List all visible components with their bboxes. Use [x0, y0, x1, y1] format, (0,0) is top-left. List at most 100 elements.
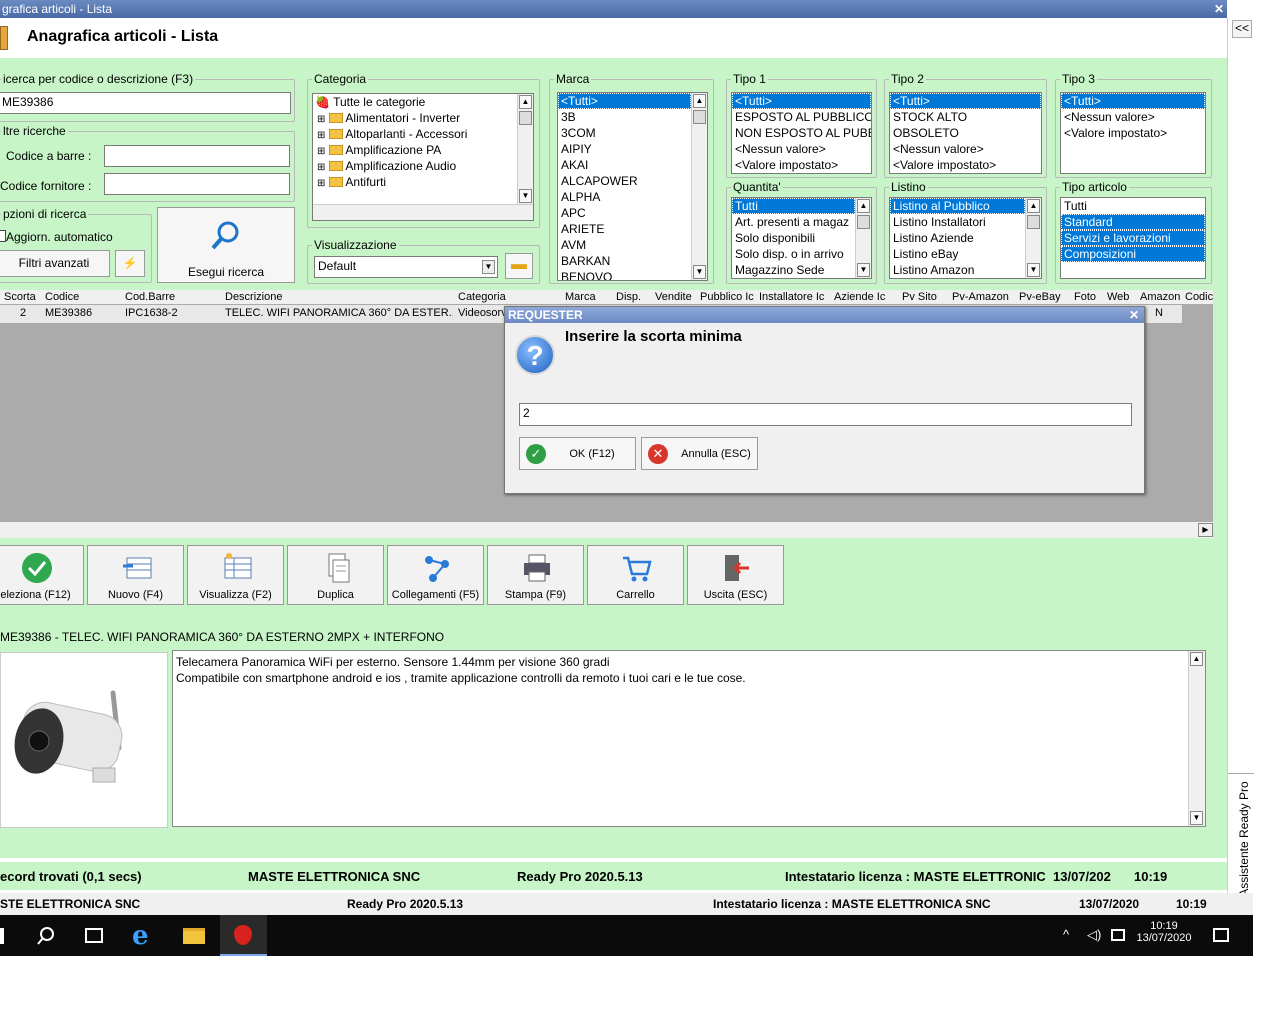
readypro-taskbar-button[interactable] [220, 915, 267, 956]
column-header[interactable]: Vendite [655, 291, 697, 303]
type2-item[interactable]: <Tutti> [890, 93, 1041, 109]
advanced-filters-button[interactable]: Filtri avanzati [0, 250, 110, 277]
execute-search-button[interactable]: Esegui ricerca [157, 207, 295, 283]
ok-button[interactable]: ✓ OK (F12) [519, 437, 636, 470]
brand-item[interactable]: ALCAPOWER [558, 173, 691, 189]
volume-icon[interactable]: ◁) [1087, 927, 1101, 943]
category-tree-item[interactable]: ⊞ Amplificazione PA [313, 142, 533, 158]
brand-item[interactable]: APC [558, 205, 691, 221]
view-select[interactable]: Default ▼ [314, 256, 498, 278]
quantity-item[interactable]: Solo disp. o in arrivo [732, 246, 855, 262]
brand-item[interactable]: ARIETE [558, 221, 691, 237]
close-icon[interactable]: ✕ [1214, 0, 1224, 18]
chevron-right-icon[interactable]: ▶ [1198, 523, 1213, 537]
type1-item[interactable]: <Nessun valore> [732, 141, 871, 157]
article-type-item[interactable]: Standard [1061, 214, 1205, 230]
brand-item[interactable]: AKAI [558, 157, 691, 173]
category-tree-item[interactable]: ⊞ Alimentatori - Inverter [313, 110, 533, 126]
column-header[interactable]: Codic [1185, 291, 1213, 303]
column-header[interactable]: Pubblico Ic [700, 291, 756, 303]
links-button[interactable]: Collegamenti (F5) [387, 545, 484, 605]
barcode-input[interactable] [104, 145, 290, 167]
view-button[interactable]: Visualizza (F2) [187, 545, 284, 605]
type1-item[interactable]: <Tutti> [732, 93, 871, 109]
network-icon[interactable] [1111, 929, 1125, 941]
cart-button[interactable]: Carrello [587, 545, 684, 605]
brand-item[interactable]: AIPIY [558, 141, 691, 157]
exit-button[interactable]: Uscita (ESC) [687, 545, 784, 605]
category-tree[interactable]: 🍓 Tutte le categorie ⊞ Alimentatori - Inv… [312, 93, 534, 221]
article-type-item[interactable]: Composizioni [1061, 246, 1205, 262]
brand-item[interactable]: <Tutti> [558, 93, 691, 109]
brand-item[interactable]: BENOVO [558, 269, 691, 280]
pricelist-item[interactable]: Listino Installatori [890, 214, 1025, 230]
column-header[interactable]: Disp. [616, 291, 652, 303]
type2-item[interactable]: STOCK ALTO [890, 109, 1041, 125]
column-header[interactable]: Installatore Ic [759, 291, 831, 303]
column-header[interactable]: Aziende Ic [834, 291, 899, 303]
column-header[interactable]: Marca [565, 291, 613, 303]
brand-item[interactable]: 3B [558, 109, 691, 125]
category-tree-item[interactable]: 🍓 Tutte le categorie [313, 94, 533, 110]
column-header[interactable]: Cod.Barre [125, 291, 222, 303]
column-header[interactable]: Pv Sito [902, 291, 949, 303]
article-type-item[interactable]: Servizi e lavorazioni [1061, 230, 1205, 246]
cancel-button[interactable]: ✕ Annulla (ESC) [641, 437, 758, 470]
quantity-item[interactable]: Tutti [732, 198, 855, 214]
pricelist-list[interactable]: Listino al Pubblico Listino Installatori L… [889, 197, 1042, 279]
description-textarea[interactable]: Telecamera Panoramica WiFi per esterno. … [172, 650, 1206, 827]
lightning-icon[interactable]: ⚡ [115, 250, 145, 277]
article-type-item[interactable]: Tutti [1061, 198, 1205, 214]
grid-hscroll[interactable]: ▶ [0, 521, 1213, 538]
pricelist-item[interactable]: Listino eBay [890, 246, 1025, 262]
duplicate-button[interactable]: Duplica [287, 545, 384, 605]
column-header[interactable]: Codice [45, 291, 122, 303]
column-header[interactable]: Pv-eBay [1019, 291, 1071, 303]
search-input[interactable]: ME39386 [0, 92, 291, 114]
column-header[interactable]: Descrizione [225, 291, 455, 303]
chevron-up-icon[interactable]: ^ [1063, 927, 1069, 942]
brand-list[interactable]: <Tutti> 3B 3COM AIPIY AKAI ALCAPOWER ALPHA APC A… [557, 92, 708, 281]
column-header[interactable]: Pv-Amazon [952, 291, 1016, 303]
file-explorer-icon[interactable] [183, 928, 205, 944]
edge-icon[interactable]: e [132, 921, 149, 951]
windows-start-icon[interactable] [0, 928, 8, 944]
collapse-button[interactable]: << [1232, 20, 1252, 38]
quantity-item[interactable]: Art. presenti a magaz [732, 214, 855, 230]
type2-list[interactable]: <Tutti> STOCK ALTO OBSOLETO <Nessun valore>… [889, 92, 1042, 174]
column-header[interactable]: Foto [1074, 291, 1104, 303]
column-header[interactable]: Categoria [458, 291, 562, 303]
quantity-item[interactable]: Solo disponibili [732, 230, 855, 246]
type3-item[interactable]: <Nessun valore> [1061, 109, 1205, 125]
column-header[interactable]: Web [1107, 291, 1137, 303]
type1-item[interactable]: NON ESPOSTO AL PUBB [732, 125, 871, 141]
assistant-tab[interactable]: Assistente Ready Pro [1228, 773, 1254, 903]
min-stock-input[interactable]: 2 [519, 403, 1132, 426]
quantity-item[interactable]: Magazzino Sede [732, 262, 855, 278]
brand-item[interactable]: ALPHA [558, 189, 691, 205]
type1-item[interactable]: ESPOSTO AL PUBBLICO [732, 109, 871, 125]
clock[interactable]: 10:19 13/07/2020 [1134, 920, 1194, 944]
category-tree-item[interactable]: ⊞ Antifurti [313, 174, 533, 190]
category-hscroll[interactable] [313, 204, 533, 220]
article-type-list[interactable]: Tutti Standard Servizi e lavorazioni Compos… [1060, 197, 1206, 279]
folder-open-icon[interactable]: ▬ [505, 253, 533, 279]
supplier-code-input[interactable] [104, 173, 290, 195]
notifications-icon[interactable] [1213, 928, 1229, 942]
print-button[interactable]: Stampa (F9) [487, 545, 584, 605]
new-button[interactable]: Nuovo (F4) [87, 545, 184, 605]
task-view-icon[interactable] [85, 928, 103, 943]
quantity-list[interactable]: Tutti Art. presenti a magaz Solo disponibi… [731, 197, 872, 279]
type3-list[interactable]: <Tutti> <Nessun valore> <Valore impostato> [1060, 92, 1206, 174]
column-header[interactable]: Amazon [1140, 291, 1182, 303]
type3-item[interactable]: <Tutti> [1061, 93, 1205, 109]
brand-item[interactable]: BARKAN [558, 253, 691, 269]
type3-item[interactable]: <Valore impostato> [1061, 125, 1205, 141]
brand-item[interactable]: 3COM [558, 125, 691, 141]
pricelist-item[interactable]: Listino Aziende [890, 230, 1025, 246]
type1-item[interactable]: <Valore impostato> [732, 157, 871, 173]
type1-list[interactable]: <Tutti> ESPOSTO AL PUBBLICO NON ESPOSTO AL… [731, 92, 872, 174]
category-tree-item[interactable]: ⊞ Altoparlanti - Accessori [313, 126, 533, 142]
pricelist-item[interactable]: Listino al Pubblico [890, 198, 1025, 214]
select-button[interactable]: eleziona (F12) [0, 545, 84, 605]
